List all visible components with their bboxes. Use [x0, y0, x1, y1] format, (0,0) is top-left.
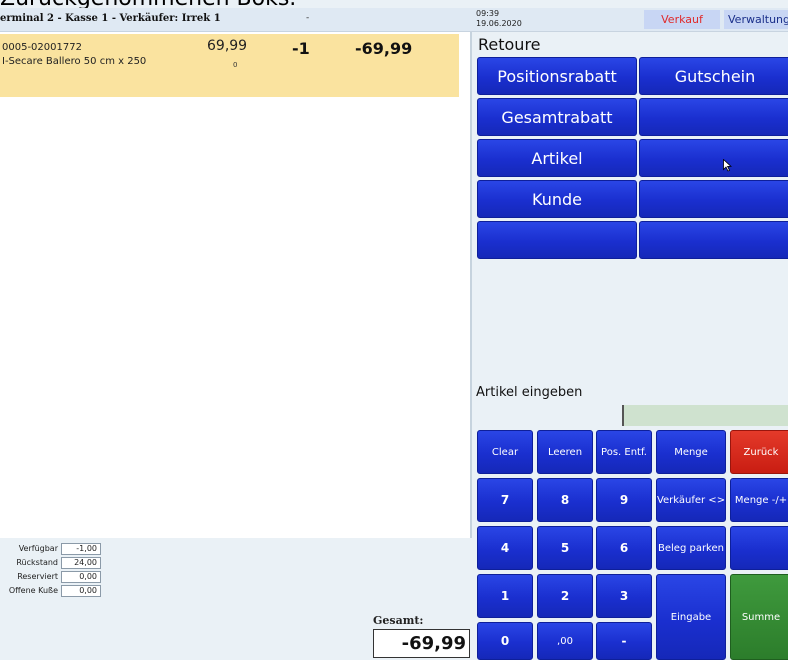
- clock-date: 19.06.2020: [476, 19, 522, 28]
- article-input-label: Artikel eingeben: [476, 385, 583, 400]
- pos-entf-button[interactable]: Pos. Entf.: [596, 430, 652, 474]
- beleg-parken-button[interactable]: Beleg parken: [656, 526, 726, 570]
- stock-label: Reserviert: [17, 572, 58, 581]
- article-input-field[interactable]: [622, 405, 788, 426]
- stock-value: 0,00: [61, 571, 101, 583]
- key-00-button[interactable]: ,00: [537, 622, 593, 660]
- verkaeufer-switch-button[interactable]: Verkäufer <>: [656, 478, 726, 522]
- function-button-empty-1[interactable]: [639, 98, 788, 136]
- key-1-button[interactable]: 1: [477, 574, 533, 618]
- eingabe-button[interactable]: Eingabe: [656, 574, 726, 660]
- clock-time: 09:39: [476, 9, 500, 18]
- function-button-empty-2[interactable]: [639, 139, 788, 177]
- receipt-list: 0005-02001772 I-Secare Ballero 50 cm x 2…: [0, 32, 472, 538]
- pos-screen: Zurückgenommenen Boks. erminal 2 - Kasse…: [0, 0, 788, 660]
- total-label: Gesamt:: [373, 614, 424, 627]
- control-panel: Retoure Positionsrabatt Gutschein Gesamt…: [474, 32, 788, 660]
- stock-value: 24,00: [61, 557, 101, 569]
- status-separator: -: [306, 13, 310, 23]
- clock: 09:39 19.06.2020: [476, 9, 522, 29]
- zurueck-button[interactable]: Zurück: [730, 430, 788, 474]
- key-9-button[interactable]: 9: [596, 478, 652, 522]
- article-number: 0005-02001772: [2, 42, 82, 53]
- stock-label: Verfügbar: [18, 544, 58, 553]
- function-button-empty-3[interactable]: [639, 180, 788, 218]
- summe-button[interactable]: Summe: [730, 574, 788, 660]
- key-6-button[interactable]: 6: [596, 526, 652, 570]
- key-4-button[interactable]: 4: [477, 526, 533, 570]
- key-minus-button[interactable]: -: [596, 622, 652, 660]
- key-0-button[interactable]: 0: [477, 622, 533, 660]
- quantity: -1: [292, 39, 310, 58]
- stock-value: -1,00: [61, 543, 101, 555]
- line-total: -69,99: [355, 39, 413, 58]
- key-2-button[interactable]: 2: [537, 574, 593, 618]
- tab-verkauf[interactable]: Verkauf: [644, 10, 720, 29]
- menge-plus-minus-button[interactable]: Menge -/+: [730, 478, 788, 522]
- clear-button[interactable]: Clear: [477, 430, 533, 474]
- mouse-cursor-icon: [723, 159, 732, 172]
- article-name: I-Secare Ballero 50 cm x 250: [2, 56, 147, 67]
- stock-label: Rückstand: [16, 558, 58, 567]
- leeren-button[interactable]: Leeren: [537, 430, 593, 474]
- gesamtrabatt-button[interactable]: Gesamtrabatt: [477, 98, 637, 136]
- gutschein-button[interactable]: Gutschein: [639, 57, 788, 95]
- stock-label: Offene Kuße: [8, 586, 58, 595]
- stock-indicator: 0: [233, 61, 238, 69]
- total-amount: -69,99: [373, 629, 470, 658]
- function-button-empty-4[interactable]: [477, 221, 637, 259]
- key-7-button[interactable]: 7: [477, 478, 533, 522]
- key-5-button[interactable]: 5: [537, 526, 593, 570]
- stock-and-total-area: Verfügbar -1,00 Rückstand 24,00 Reservie…: [0, 538, 472, 660]
- kunde-button[interactable]: Kunde: [477, 180, 637, 218]
- menge-button[interactable]: Menge: [656, 430, 726, 474]
- key-8-button[interactable]: 8: [537, 478, 593, 522]
- mode-title: Retoure: [478, 35, 541, 54]
- stock-value: 0,00: [61, 585, 101, 597]
- status-bar: erminal 2 - Kasse 1 - Verkäufer: Irrek 1…: [0, 8, 788, 32]
- key-3-button[interactable]: 3: [596, 574, 652, 618]
- tab-verwaltung[interactable]: Verwaltung: [724, 10, 788, 29]
- function-button-empty-5[interactable]: [639, 221, 788, 259]
- keypad-empty-button[interactable]: [730, 526, 788, 570]
- positionsrabatt-button[interactable]: Positionsrabatt: [477, 57, 637, 95]
- receipt-line-item[interactable]: 0005-02001772 I-Secare Ballero 50 cm x 2…: [0, 34, 459, 97]
- artikel-button[interactable]: Artikel: [477, 139, 637, 177]
- terminal-info: erminal 2 - Kasse 1 - Verkäufer: Irrek 1: [0, 13, 221, 24]
- unit-price: 69,99: [207, 38, 248, 54]
